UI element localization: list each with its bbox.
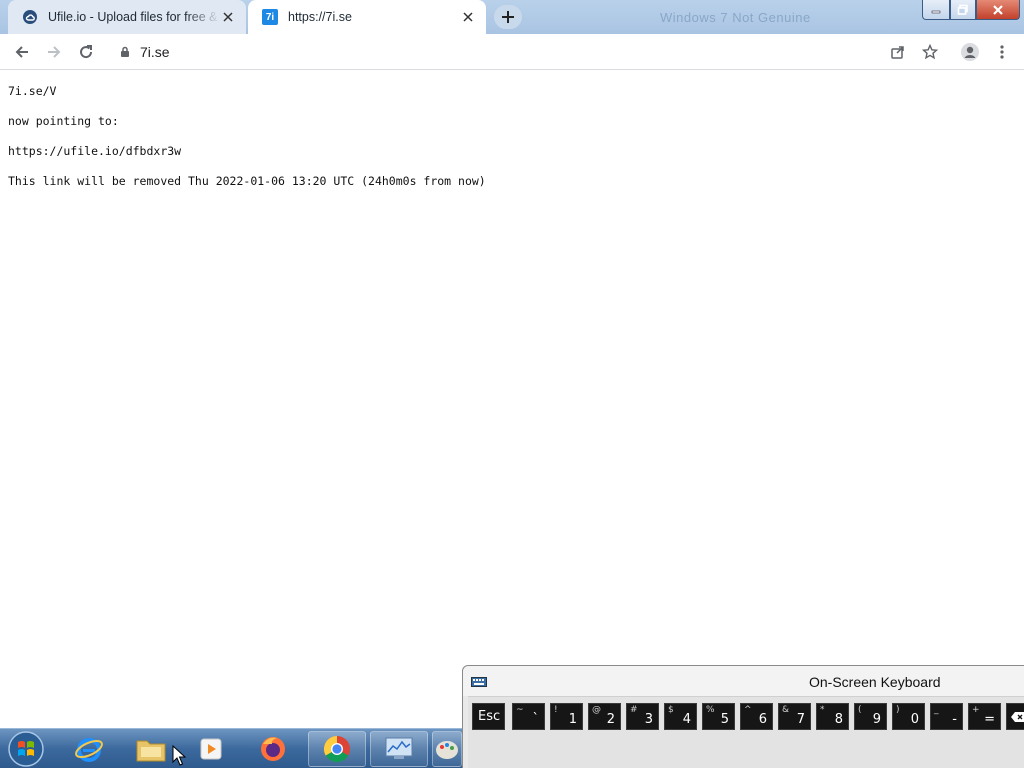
mouse-pointer-icon <box>172 745 186 766</box>
address-text[interactable]: 7i.se <box>140 44 170 60</box>
7i-logo-icon: 7i <box>262 9 278 25</box>
new-tab-button[interactable] <box>494 5 522 29</box>
kebab-menu-icon <box>1000 45 1004 59</box>
minimize-icon <box>931 10 941 13</box>
internet-explorer-icon <box>75 738 103 762</box>
forward-button[interactable] <box>42 40 66 64</box>
key-8[interactable]: * 8 <box>816 703 849 730</box>
ufile-logo-icon <box>22 9 38 25</box>
tab-7i[interactable]: 7i https://7i.se <box>248 0 486 34</box>
share-button[interactable] <box>886 40 910 64</box>
osk-title: On-Screen Keyboard <box>809 674 941 690</box>
avatar-icon <box>961 43 979 61</box>
key-1[interactable]: ! 1 <box>550 703 583 730</box>
taskbar-media-player[interactable] <box>182 731 240 767</box>
window-close-button[interactable] <box>976 0 1020 20</box>
key-2[interactable]: @2 <box>588 703 621 730</box>
key-5[interactable]: % 5 <box>702 703 735 730</box>
bookmark-button[interactable] <box>918 40 942 64</box>
tab-ufile[interactable]: Ufile.io - Upload files for free & s <box>8 0 246 34</box>
key-backspace[interactable] <box>1006 703 1024 730</box>
key-6[interactable]: ^ 6 <box>740 703 773 730</box>
taskbar-firefox[interactable] <box>244 731 302 767</box>
key-9[interactable]: (9 <box>854 703 887 730</box>
start-button[interactable] <box>4 730 48 768</box>
expiry-notice: This link will be removed Thu 2022-01-06… <box>8 174 486 188</box>
on-screen-keyboard-window: On-Screen Keyboard Esc ~ ` ! 1 @2 #3 $4 % 5… <box>462 665 1024 768</box>
chrome-icon <box>323 735 350 763</box>
osk-titlebar[interactable]: On-Screen Keyboard <box>463 666 1024 696</box>
menu-button[interactable] <box>990 40 1014 64</box>
tab-title: Ufile.io - Upload files for free & s <box>48 10 220 24</box>
key-equals[interactable]: + = <box>968 703 1001 730</box>
key-7[interactable]: & 7 <box>778 703 811 730</box>
close-icon <box>993 4 1003 15</box>
restore-icon <box>957 4 968 15</box>
star-icon <box>922 44 938 60</box>
forward-arrow-icon <box>48 46 61 58</box>
taskbar-resource-monitor[interactable] <box>370 731 428 767</box>
taskbar-chrome[interactable] <box>308 731 366 767</box>
back-button[interactable] <box>10 40 34 64</box>
tab-strip: Ufile.io - Upload files for free & s 7i … <box>0 0 1024 34</box>
close-tab-icon[interactable] <box>220 9 236 25</box>
reload-icon <box>80 45 93 59</box>
lock-icon[interactable] <box>120 46 130 58</box>
plus-icon <box>502 11 514 23</box>
share-icon <box>891 46 904 59</box>
address-bar[interactable]: 7i.se <box>110 38 950 66</box>
browser-toolbar: 7i.se <box>0 34 1024 70</box>
restore-button[interactable] <box>950 0 976 20</box>
tab-title: https://7i.se <box>288 10 352 24</box>
folder-icon <box>136 740 166 762</box>
page-content: 7i.se/V now pointing to: https://ufile.i… <box>8 84 486 204</box>
key-esc[interactable]: Esc <box>472 703 505 730</box>
backspace-icon <box>1011 712 1024 722</box>
minimize-button[interactable] <box>922 0 950 20</box>
profile-button[interactable] <box>958 40 982 64</box>
keyboard-icon <box>471 677 487 687</box>
faded-window-text: Windows 7 Not Genuine <box>660 10 811 25</box>
key-4[interactable]: $4 <box>664 703 697 730</box>
target-url: https://ufile.io/dfbdxr3w <box>8 144 182 158</box>
taskbar-paint[interactable] <box>432 731 462 767</box>
key-backtick[interactable]: ~ ` <box>512 703 545 730</box>
taskbar-ie[interactable] <box>60 731 118 767</box>
7i-logo-text: 7i <box>262 9 278 25</box>
pointing-label: now pointing to: <box>8 114 119 128</box>
key-minus[interactable]: _ - <box>930 703 963 730</box>
back-arrow-icon <box>15 46 28 58</box>
resource-monitor-icon <box>385 737 413 759</box>
media-player-icon <box>200 738 222 760</box>
paint-palette-icon <box>436 741 458 759</box>
firefox-icon <box>261 737 285 761</box>
key-0[interactable]: ) 0 <box>892 703 925 730</box>
short-link: 7i.se/V <box>8 84 57 98</box>
close-tab-icon[interactable] <box>460 9 476 25</box>
reload-button[interactable] <box>74 40 98 64</box>
key-3[interactable]: #3 <box>626 703 659 730</box>
windows-start-icon <box>8 731 44 767</box>
